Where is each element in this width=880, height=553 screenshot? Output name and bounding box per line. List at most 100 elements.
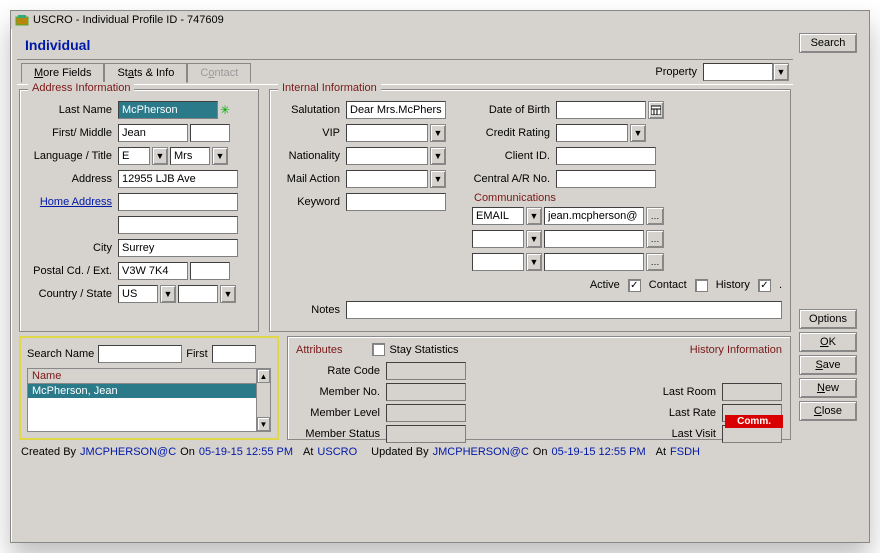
created-at: USCRO xyxy=(317,446,357,458)
credit-input[interactable] xyxy=(556,124,628,142)
vip-dropdown-button[interactable]: ▼ xyxy=(430,124,446,142)
comm-type-3[interactable] xyxy=(472,253,524,271)
communications-legend: Communications xyxy=(474,192,782,204)
created-by: JMCPHERSON@C xyxy=(80,446,176,458)
member-no-value xyxy=(386,383,466,401)
first-name-input[interactable] xyxy=(118,124,188,142)
property-dropdown-button[interactable]: ▼ xyxy=(773,63,789,81)
country-dropdown-button[interactable]: ▼ xyxy=(160,285,176,303)
options-button[interactable]: Options xyxy=(799,309,857,329)
property-label: Property xyxy=(655,66,697,78)
active-checkbox[interactable]: ✓ xyxy=(628,279,641,292)
city-input[interactable] xyxy=(118,239,238,257)
postal-input[interactable] xyxy=(118,262,188,280)
comm-value-1[interactable] xyxy=(544,207,644,225)
contact-checkbox[interactable] xyxy=(695,279,708,292)
window-title: USCRO - Individual Profile ID - 747609 xyxy=(33,14,224,26)
scrollbar[interactable]: ▲ ▼ xyxy=(256,369,270,431)
scroll-up-icon[interactable]: ▲ xyxy=(257,369,270,383)
nationality-input[interactable] xyxy=(346,147,428,165)
last-visit-label: Last Visit xyxy=(652,428,722,440)
keyword-input[interactable] xyxy=(346,193,446,211)
comm-more-1[interactable]: … xyxy=(646,207,664,225)
vip-label: VIP xyxy=(278,127,346,139)
side-panel: Search Options OK Save New Close xyxy=(799,29,869,524)
mailaction-dropdown-button[interactable]: ▼ xyxy=(430,170,446,188)
keyword-label: Keyword xyxy=(278,196,346,208)
search-button[interactable]: Search xyxy=(799,33,857,53)
car-label: Central A/R No. xyxy=(472,173,556,185)
active-label: Active xyxy=(590,279,620,291)
comm-more-2[interactable]: … xyxy=(646,230,664,248)
address-label: Address xyxy=(28,173,118,185)
credit-label: Credit Rating xyxy=(472,127,556,139)
member-level-label: Member Level xyxy=(296,407,386,419)
title-input[interactable] xyxy=(170,147,210,165)
address-legend: Address Information xyxy=(28,82,134,94)
dob-label: Date of Birth xyxy=(472,104,556,116)
comm-type-1-dropdown[interactable]: ▼ xyxy=(526,207,542,225)
app-icon xyxy=(15,13,29,27)
address3-input[interactable] xyxy=(118,216,238,234)
title-dropdown-button[interactable]: ▼ xyxy=(212,147,228,165)
salutation-input[interactable] xyxy=(346,101,446,119)
city-label: City xyxy=(28,242,118,254)
vip-input[interactable] xyxy=(346,124,428,142)
search-first-input[interactable] xyxy=(212,345,256,363)
tab-stats-info[interactable]: Stats & Info xyxy=(104,63,187,83)
address1-input[interactable] xyxy=(118,170,238,188)
tab-more-fields[interactable]: More Fields xyxy=(21,63,104,83)
contact-label: Contact xyxy=(649,279,687,291)
contact-pick-icon[interactable]: ✳ xyxy=(220,103,230,117)
address2-input[interactable] xyxy=(118,193,238,211)
postal-ext-input[interactable] xyxy=(190,262,230,280)
new-button[interactable]: New xyxy=(799,378,857,398)
search-results-list[interactable]: Name McPherson, Jean ▲ ▼ xyxy=(27,368,271,432)
home-address-link[interactable]: Home Address xyxy=(28,196,118,208)
scroll-down-icon[interactable]: ▼ xyxy=(257,417,270,431)
search-name-input[interactable] xyxy=(98,345,182,363)
credit-dropdown-button[interactable]: ▼ xyxy=(630,124,646,142)
comm-type-3-dropdown[interactable]: ▼ xyxy=(526,253,542,271)
comm-more-3[interactable]: … xyxy=(646,253,664,271)
stay-stats-label: Stay Statistics xyxy=(389,344,458,356)
search-first-label: First xyxy=(186,348,207,360)
middle-name-input[interactable] xyxy=(190,124,230,142)
window: USCRO - Individual Profile ID - 747609 I… xyxy=(10,10,870,543)
nationality-dropdown-button[interactable]: ▼ xyxy=(430,147,446,165)
attributes-label: Attributes xyxy=(296,344,342,356)
car-input[interactable] xyxy=(556,170,656,188)
language-dropdown-button[interactable]: ▼ xyxy=(152,147,168,165)
language-input[interactable] xyxy=(118,147,150,165)
history-info-label: History Information xyxy=(690,344,782,356)
history-label: History xyxy=(716,279,750,291)
close-button[interactable]: Close xyxy=(799,401,857,421)
notes-label: Notes xyxy=(278,304,346,316)
dob-input[interactable] xyxy=(556,101,646,119)
save-button[interactable]: Save xyxy=(799,355,857,375)
updated-on: 05-19-15 12:55 PM xyxy=(551,446,645,458)
notes-input[interactable] xyxy=(346,301,782,319)
comm-badge[interactable]: Comm. xyxy=(725,415,783,428)
property-field[interactable] xyxy=(703,63,773,81)
comm-type-2-dropdown[interactable]: ▼ xyxy=(526,230,542,248)
comm-value-3[interactable] xyxy=(544,253,644,271)
history-checkbox[interactable]: ✓ xyxy=(758,279,771,292)
country-input[interactable] xyxy=(118,285,158,303)
last-name-input[interactable] xyxy=(118,101,218,119)
state-input[interactable] xyxy=(178,285,218,303)
titlebar: USCRO - Individual Profile ID - 747609 xyxy=(11,11,869,29)
last-room-label: Last Room xyxy=(652,386,722,398)
ok-button[interactable]: OK xyxy=(799,332,857,352)
calendar-icon[interactable] xyxy=(648,101,664,119)
state-dropdown-button[interactable]: ▼ xyxy=(220,285,236,303)
stay-stats-checkbox[interactable] xyxy=(372,343,385,356)
comm-type-1[interactable] xyxy=(472,207,524,225)
clientid-input[interactable] xyxy=(556,147,656,165)
mailaction-input[interactable] xyxy=(346,170,428,188)
list-row[interactable]: McPherson, Jean xyxy=(28,384,270,398)
salutation-label: Salutation xyxy=(278,104,346,116)
comm-type-2[interactable] xyxy=(472,230,524,248)
comm-value-2[interactable] xyxy=(544,230,644,248)
member-level-value xyxy=(386,404,466,422)
